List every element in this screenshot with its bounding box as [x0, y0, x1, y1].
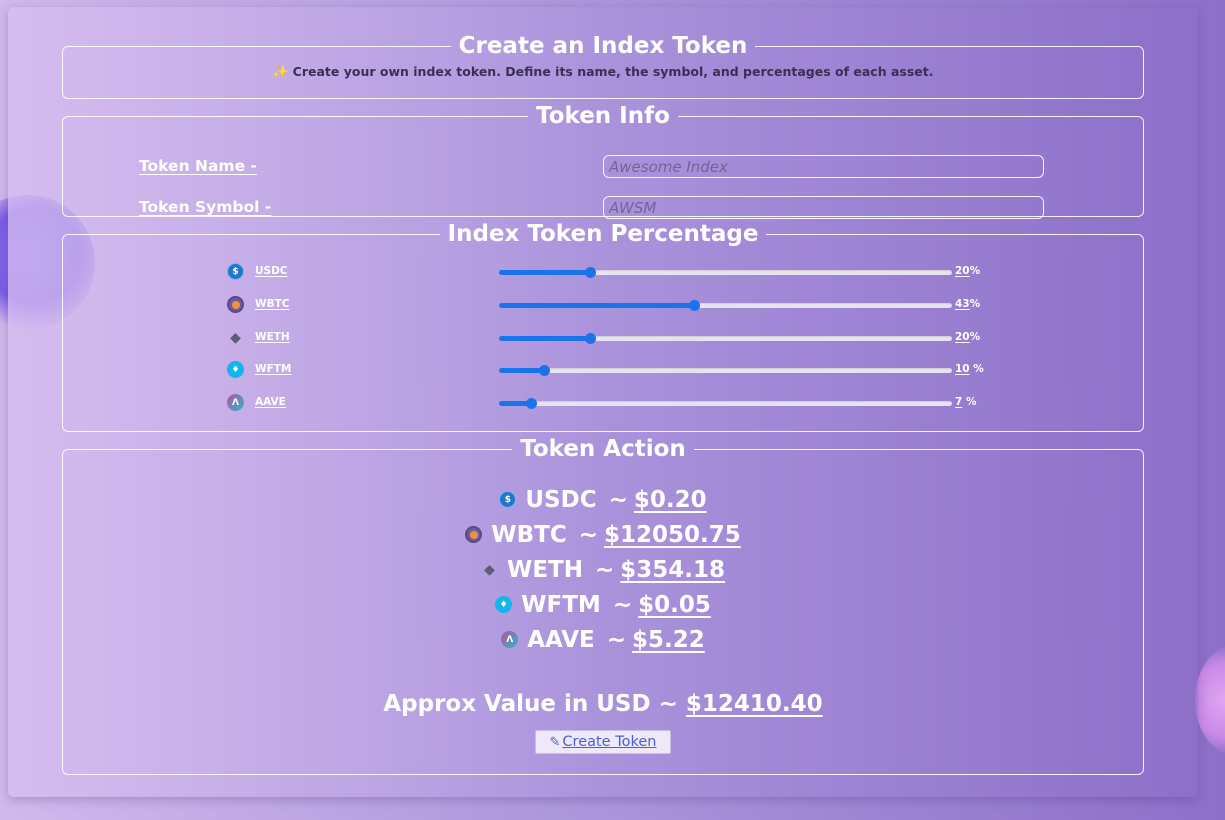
asset-price[interactable]: $0.20 [634, 487, 707, 513]
slider-thumb[interactable] [689, 300, 700, 311]
slider-fill [499, 336, 590, 341]
asset-row-wbtc: WBTC 43% [227, 295, 997, 315]
asset-name[interactable]: WFTM [255, 363, 291, 375]
token-symbol-input[interactable] [603, 196, 1044, 219]
slider-thumb[interactable] [585, 267, 596, 278]
sparkle-icon: ✨ [272, 65, 289, 80]
asset-value-row-aave: Λ AAVE ~ $5.22 [63, 622, 1143, 657]
token-action-title: Token Action [520, 436, 686, 462]
asset-row-usdc: $ USDC 20% [227, 262, 997, 282]
weth-coin-icon: ◆ [484, 561, 495, 578]
token-name-label: Token Name - [139, 157, 257, 175]
approx-sign: ~ [608, 486, 628, 513]
slider-thumb[interactable] [539, 365, 550, 376]
create-token-label: Create Token [562, 734, 657, 750]
slider-fill [499, 303, 694, 308]
weth-coin-icon: ◆ [230, 329, 241, 346]
wbtc-percentage-slider[interactable] [499, 300, 952, 311]
description-text: Create your own index token. Define its … [292, 64, 934, 79]
slider-fill [499, 368, 544, 373]
wbtc-coin-icon [227, 296, 244, 313]
percentage-value: 20% [955, 331, 981, 343]
create-token-button[interactable]: ✎ Create Token [535, 730, 671, 754]
asset-name[interactable]: USDC [255, 265, 288, 277]
asset-symbol: USDC [525, 486, 597, 513]
asset-row-aave: Λ AAVE 7 % [227, 393, 997, 413]
approx-sign: ~ [578, 521, 598, 548]
approx-total: Approx Value in USD ~ $12410.40 [63, 691, 1143, 717]
asset-value-row-wftm: ♦ WFTM ~ $0.05 [63, 587, 1143, 622]
asset-price[interactable]: $354.18 [620, 557, 725, 583]
asset-price[interactable]: $0.05 [638, 592, 711, 618]
usdc-percentage-slider[interactable] [499, 267, 952, 278]
token-action-section: Token Action $ USDC ~ $0.20 WBTC ~ $1205… [62, 436, 1144, 775]
token-name-row: Token Name - [139, 155, 1044, 179]
approx-sign: ~ [594, 556, 615, 583]
asset-symbol: AAVE [527, 626, 595, 653]
aave-percentage-slider[interactable] [499, 398, 952, 409]
percentage-value: 7 % [955, 396, 977, 408]
approx-total-value[interactable]: $12410.40 [686, 691, 823, 717]
percentage-value: 43% [955, 298, 981, 310]
token-name-input[interactable] [603, 155, 1044, 178]
asset-name[interactable]: WBTC [255, 298, 289, 310]
index-percentage-title: Index Token Percentage [447, 221, 759, 247]
page-title: Create an Index Token [458, 33, 748, 59]
edit-icon: ✎ [549, 734, 561, 750]
asset-symbol: WETH [506, 556, 583, 583]
approx-sign: ~ [606, 626, 627, 653]
asset-value-list: $ USDC ~ $0.20 WBTC ~ $12050.75 ◆ WETH ~… [63, 482, 1143, 657]
wbtc-coin-icon [465, 526, 483, 543]
aave-coin-icon: Λ [501, 631, 519, 648]
slider-thumb[interactable] [526, 398, 537, 409]
token-symbol-row: Token Symbol - [139, 196, 1044, 220]
aave-coin-icon: Λ [227, 394, 244, 411]
page-description: ✨ Create your own index token. Define its… [63, 64, 1143, 80]
approx-sign: ~ [612, 591, 633, 618]
slider-fill [499, 270, 590, 275]
percentage-value: 10 % [955, 363, 984, 375]
index-percentage-section: Index Token Percentage $ USDC 20% WBTC 4… [62, 221, 1144, 432]
asset-symbol: WBTC [491, 521, 567, 548]
token-symbol-label: Token Symbol - [139, 198, 272, 216]
asset-name[interactable]: AAVE [255, 396, 286, 408]
main-card: Create an Index Token ✨ Create your own i… [8, 7, 1198, 797]
create-header-section: Create an Index Token ✨ Create your own i… [62, 33, 1144, 99]
slider-thumb[interactable] [585, 333, 596, 344]
asset-row-weth: ◆ WETH 20% [227, 328, 997, 348]
usdc-coin-icon: $ [227, 263, 244, 280]
asset-price[interactable]: $5.22 [632, 627, 705, 653]
decorative-blob-right [1195, 645, 1225, 755]
asset-name[interactable]: WETH [255, 331, 290, 343]
asset-symbol: WFTM [521, 591, 601, 618]
asset-price[interactable]: $12050.75 [604, 522, 741, 548]
asset-row-wftm: ♦ WFTM 10 % [227, 360, 997, 380]
token-info-title: Token Info [536, 103, 670, 129]
asset-value-row-wbtc: WBTC ~ $12050.75 [63, 517, 1143, 552]
wftm-percentage-slider[interactable] [499, 365, 952, 376]
usdc-coin-icon: $ [499, 491, 517, 508]
approx-total-label: Approx Value in USD ~ [383, 691, 678, 717]
token-info-section: Token Info Token Name - Token Symbol - [62, 103, 1144, 220]
wftm-coin-icon: ♦ [227, 361, 244, 378]
percentage-value: 20% [955, 265, 981, 277]
weth-percentage-slider[interactable] [499, 333, 952, 344]
asset-value-row-usdc: $ USDC ~ $0.20 [63, 482, 1143, 517]
wftm-coin-icon: ♦ [495, 596, 513, 613]
asset-value-row-weth: ◆ WETH ~ $354.18 [63, 552, 1143, 587]
